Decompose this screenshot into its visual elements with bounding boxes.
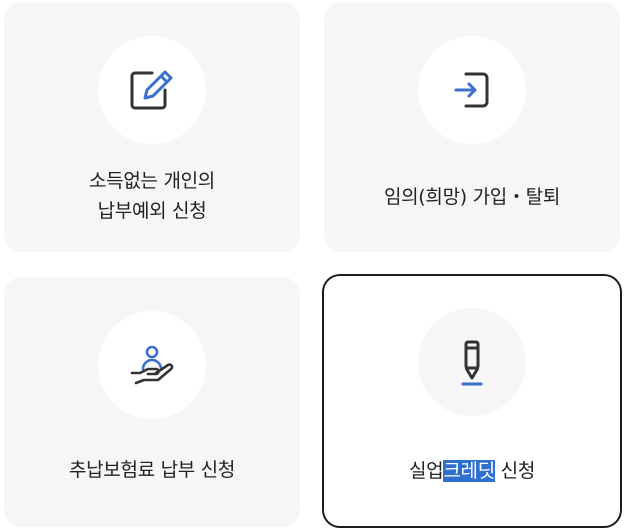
icon-circle bbox=[98, 36, 206, 144]
card-deferred-premium-payment[interactable]: 추납보험료 납부 신청 bbox=[4, 277, 300, 527]
card-label-line-1: 소득없는 개인의 bbox=[88, 170, 215, 192]
card-label-part: 신청 bbox=[494, 460, 536, 482]
card-income-exemption[interactable]: 소득없는 개인의 납부예외 신청 bbox=[4, 2, 300, 252]
card-label: 소득없는 개인의 납부예외 신청 bbox=[4, 166, 300, 226]
icon-circle bbox=[418, 36, 526, 144]
card-label: 실업크레딧 신청 bbox=[324, 456, 620, 486]
card-voluntary-join-leave[interactable]: 임의(희망) 가입・탈퇴 bbox=[324, 2, 620, 252]
icon-circle bbox=[418, 308, 526, 416]
edit-icon bbox=[130, 70, 173, 110]
card-label: 추납보험료 납부 신청 bbox=[68, 459, 236, 481]
card-label: 임의(희망) 가입・탈퇴 bbox=[383, 186, 561, 208]
icon-circle bbox=[98, 311, 206, 419]
card-label-part: 실업 bbox=[408, 460, 444, 482]
sign-in-icon bbox=[454, 72, 489, 108]
hand-person-icon bbox=[130, 345, 174, 385]
card-label-line-2: 납부예외 신청 bbox=[97, 200, 207, 222]
card-unemployment-credit[interactable]: 실업크레딧 신청 bbox=[322, 274, 622, 528]
selected-text: 크레딧 bbox=[443, 460, 495, 482]
service-card-grid: 소득없는 개인의 납부예외 신청 임의(희망) 가입・탈퇴 추납보험료 납부 신… bbox=[0, 0, 636, 531]
pencil-icon bbox=[461, 340, 483, 386]
